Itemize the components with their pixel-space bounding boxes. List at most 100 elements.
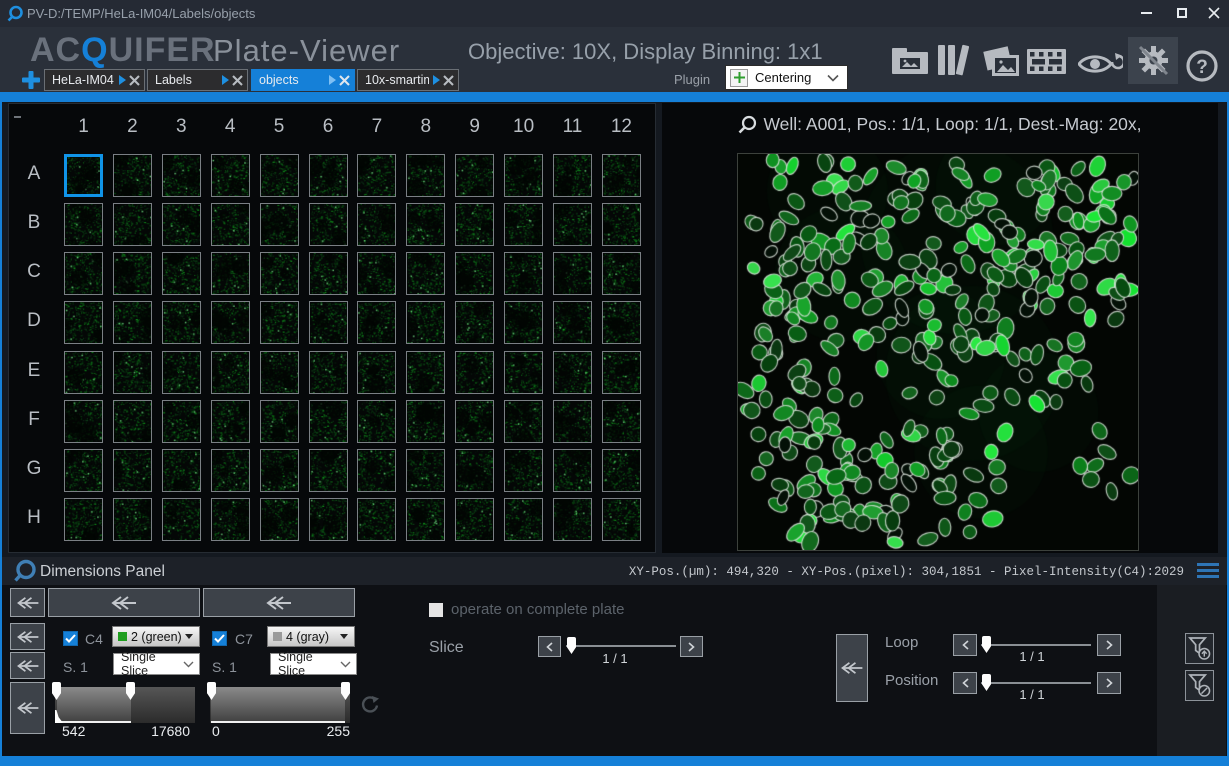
- well-C10[interactable]: [504, 252, 543, 295]
- well-G1[interactable]: [64, 449, 103, 492]
- well-H7[interactable]: [357, 498, 396, 541]
- position-prev-button[interactable]: [953, 672, 977, 694]
- well-C12[interactable]: [602, 252, 641, 295]
- library-icon[interactable]: [937, 43, 975, 78]
- well-C4[interactable]: [211, 252, 250, 295]
- well-F11[interactable]: [553, 400, 592, 443]
- well-G9[interactable]: [455, 449, 494, 492]
- tab-HeLa-IM04[interactable]: HeLa-IM04: [44, 69, 145, 91]
- well-G12[interactable]: [602, 449, 641, 492]
- well-H3[interactable]: [162, 498, 201, 541]
- well-D8[interactable]: [406, 301, 445, 344]
- slice-slider-handle[interactable]: [567, 637, 576, 654]
- loop-next-button[interactable]: [1097, 634, 1121, 656]
- tab-Labels[interactable]: Labels: [147, 69, 248, 91]
- well-G5[interactable]: [260, 449, 299, 492]
- well-A9[interactable]: [455, 154, 494, 197]
- well-H2[interactable]: [113, 498, 152, 541]
- well-H9[interactable]: [455, 498, 494, 541]
- well-D10[interactable]: [504, 301, 543, 344]
- well-C2[interactable]: [113, 252, 152, 295]
- well-E9[interactable]: [455, 351, 494, 394]
- well-D4[interactable]: [211, 301, 250, 344]
- well-H8[interactable]: [406, 498, 445, 541]
- slice-slider-track[interactable]: [566, 645, 676, 647]
- well-F2[interactable]: [113, 400, 152, 443]
- tab-open-arrow-icon[interactable]: [329, 75, 336, 85]
- well-E1[interactable]: [64, 351, 103, 394]
- well-E8[interactable]: [406, 351, 445, 394]
- well-C9[interactable]: [455, 252, 494, 295]
- channel-c4-checkbox[interactable]: [63, 631, 78, 646]
- position-slider-handle[interactable]: [982, 674, 991, 691]
- well-E3[interactable]: [162, 351, 201, 394]
- well-F8[interactable]: [406, 400, 445, 443]
- collapse-row3-button[interactable]: [10, 652, 45, 679]
- well-F12[interactable]: [602, 400, 641, 443]
- well-E10[interactable]: [504, 351, 543, 394]
- well-E7[interactable]: [357, 351, 396, 394]
- well-D1[interactable]: [64, 301, 103, 344]
- well-H6[interactable]: [309, 498, 348, 541]
- well-A7[interactable]: [357, 154, 396, 197]
- panel-menu-icon[interactable]: [1197, 563, 1219, 581]
- maximize-button[interactable]: [1167, 0, 1197, 26]
- well-A3[interactable]: [162, 154, 201, 197]
- well-C8[interactable]: [406, 252, 445, 295]
- well-A12[interactable]: [602, 154, 641, 197]
- well-detail-image[interactable]: [737, 153, 1139, 551]
- well-G10[interactable]: [504, 449, 543, 492]
- well-E5[interactable]: [260, 351, 299, 394]
- well-F3[interactable]: [162, 400, 201, 443]
- well-E4[interactable]: [211, 351, 250, 394]
- channel-c4-slice-mode-select[interactable]: Single Slice: [113, 653, 200, 675]
- well-B4[interactable]: [211, 203, 250, 246]
- slice-next-button[interactable]: [680, 636, 703, 657]
- well-A10[interactable]: [504, 154, 543, 197]
- tab-close-icon[interactable]: [129, 75, 140, 86]
- channel-c7-checkbox[interactable]: [212, 631, 227, 646]
- well-G2[interactable]: [113, 449, 152, 492]
- well-E12[interactable]: [602, 351, 641, 394]
- well-C11[interactable]: [553, 252, 592, 295]
- well-D5[interactable]: [260, 301, 299, 344]
- well-A6[interactable]: [309, 154, 348, 197]
- well-B7[interactable]: [357, 203, 396, 246]
- minimize-button[interactable]: [1131, 0, 1161, 26]
- plugin-select[interactable]: Centering: [725, 65, 848, 90]
- well-G6[interactable]: [309, 449, 348, 492]
- well-A1[interactable]: [64, 154, 103, 197]
- well-C3[interactable]: [162, 252, 201, 295]
- well-F10[interactable]: [504, 400, 543, 443]
- well-D12[interactable]: [602, 301, 641, 344]
- loop-slider-handle[interactable]: [982, 636, 991, 653]
- well-C6[interactable]: [309, 252, 348, 295]
- tab-close-icon[interactable]: [339, 75, 350, 86]
- close-button[interactable]: [1199, 0, 1229, 26]
- well-H5[interactable]: [260, 498, 299, 541]
- collapse-row2-button[interactable]: [10, 623, 45, 650]
- tab-open-arrow-icon[interactable]: [119, 75, 126, 85]
- well-D6[interactable]: [309, 301, 348, 344]
- well-F9[interactable]: [455, 400, 494, 443]
- position-next-button[interactable]: [1097, 672, 1121, 694]
- well-C1[interactable]: [64, 252, 103, 295]
- position-slider-track[interactable]: [981, 682, 1091, 684]
- well-A5[interactable]: [260, 154, 299, 197]
- well-F7[interactable]: [357, 400, 396, 443]
- slice-prev-button[interactable]: [538, 636, 561, 657]
- well-B10[interactable]: [504, 203, 543, 246]
- settings-button-active[interactable]: [1128, 37, 1178, 84]
- well-H11[interactable]: [553, 498, 592, 541]
- well-G7[interactable]: [357, 449, 396, 492]
- well-B12[interactable]: [602, 203, 641, 246]
- well-B5[interactable]: [260, 203, 299, 246]
- photo-stack-icon[interactable]: [982, 46, 1022, 78]
- well-G8[interactable]: [406, 449, 445, 492]
- well-D7[interactable]: [357, 301, 396, 344]
- tab-10x-smartimaging[interactable]: 10x-smartimaging: [357, 69, 459, 91]
- well-B11[interactable]: [553, 203, 592, 246]
- well-D11[interactable]: [553, 301, 592, 344]
- channel-c7-lut-select[interactable]: 4 (gray): [267, 626, 355, 647]
- well-B1[interactable]: [64, 203, 103, 246]
